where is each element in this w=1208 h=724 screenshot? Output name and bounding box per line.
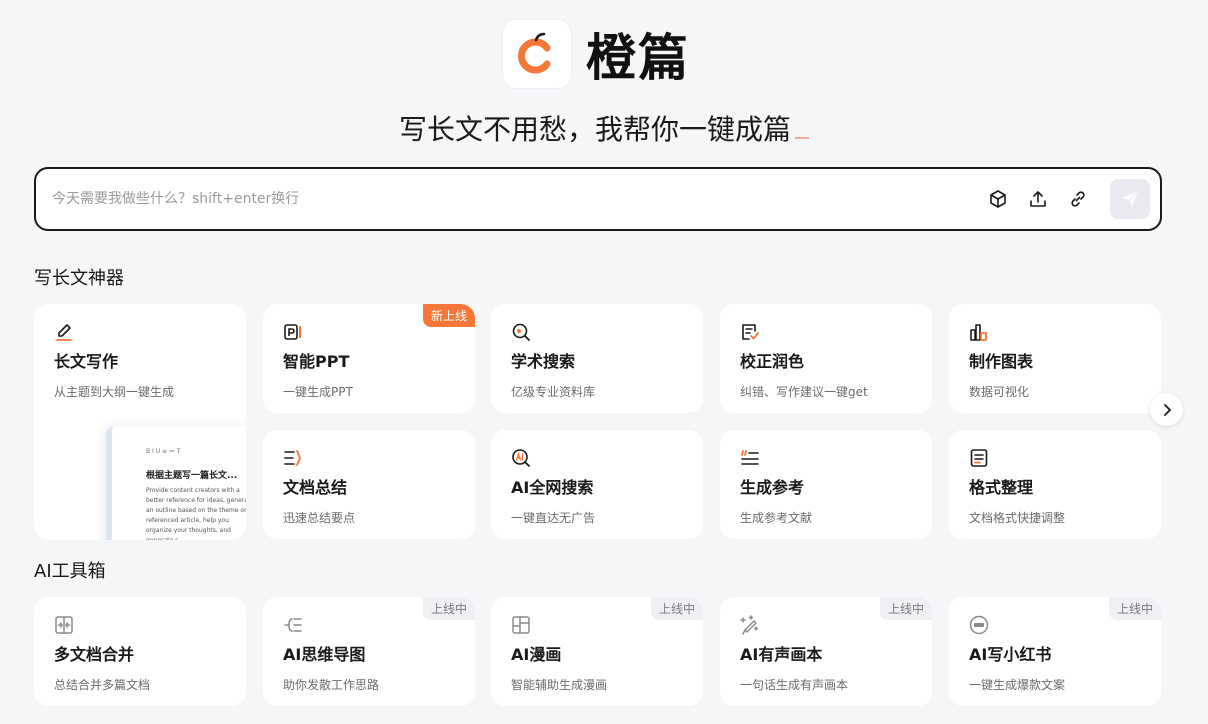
card-desc: 总结合并多篇文档 [54,678,151,692]
card-title: AI漫画 [511,645,562,664]
card-desc: 生成参考文献 [740,511,813,525]
card-academic-search[interactable]: 学术搜索 亿级专业资料库 [491,304,703,413]
brand-logo[interactable]: 橙篇 [502,18,690,90]
carousel-next-button[interactable] [1150,393,1183,426]
section-title-tools: AI工具箱 [34,561,106,582]
card-desc: 一键直达无广告 [511,511,596,525]
card-title: 生成参考 [740,478,805,497]
card-desc: 智能辅助生成漫画 [511,678,608,692]
card-ai-audiobook[interactable]: AI有声画本 一句话生成有声画本 上线中 [720,597,932,706]
coming-soon-badge: 上线中 [879,597,932,620]
card-merge-docs[interactable]: 多文档合并 总结合并多篇文档 [34,597,246,706]
card-format-arrange[interactable]: 格式整理 文档格式快捷调整 [949,430,1161,539]
mindmap-icon [284,618,302,632]
search-input[interactable] [52,191,978,207]
slogan: 写长文不用愁，我帮你一键成篇 [0,108,1208,148]
coming-soon-badge: 上线中 [1108,597,1161,620]
search-box [34,167,1162,231]
card-desc: 数据可视化 [969,385,1030,399]
card-title: 多文档合并 [54,645,135,664]
pen-icon [56,324,72,341]
audiobook-icon [740,615,759,635]
xiaohongshu-icon [969,615,989,635]
card-smart-ppt[interactable]: 智能PPT 一键生成PPT 新上线 [263,304,475,413]
ppt-icon [284,324,301,340]
card-desc: 一句话生成有声画本 [740,678,849,692]
card-ai-web-search[interactable]: AI全网搜索 一键直达无广告 [491,430,703,539]
card-desc: 一键生成PPT [283,385,353,399]
link-icon [1071,191,1085,207]
card-desc: 亿级专业资料库 [511,385,596,399]
preview-heading: 根据主题写一篇长文... [146,471,238,481]
link-button[interactable] [1058,179,1098,219]
proofread-icon [742,324,759,340]
card-title: AI思维导图 [283,645,366,664]
upload-icon [1030,191,1046,207]
card-make-chart[interactable]: 制作图表 数据可视化 [949,304,1161,413]
coming-soon-badge: 上线中 [422,597,475,620]
brand-name: 橙篇 [586,29,690,87]
card-generate-reference[interactable]: 生成参考 生成参考文献 [720,430,932,539]
card-title: AI有声画本 [740,645,823,664]
comic-icon [512,616,530,634]
card-desc: 助你发散工作思路 [283,678,380,692]
card-title: 校正润色 [740,352,805,371]
typing-caret [795,137,809,139]
card-desc: 迅速总结要点 [283,511,356,525]
summary-icon [284,450,301,466]
model-button[interactable] [978,179,1018,219]
card-title: 文档总结 [283,478,348,497]
card-title: 智能PPT [283,352,350,371]
merge-icon [55,616,73,634]
card-title: AI全网搜索 [511,478,594,497]
card-ai-comic[interactable]: AI漫画 智能辅助生成漫画 上线中 [491,597,703,706]
card-desc: 从主题到大纲一键生成 [54,385,175,399]
chart-icon [970,324,987,341]
ai-search-icon [512,449,530,467]
quote-icon [741,450,759,465]
coming-soon-badge: 上线中 [650,597,703,620]
card-doc-summary[interactable]: 文档总结 迅速总结要点 [263,430,475,539]
card-desc: 文档格式快捷调整 [969,511,1066,525]
preview-toolbar: B I U ≡ ≔ T [146,448,181,455]
section-title-writing: 写长文神器 [34,268,124,289]
card-ai-xiaohongshu[interactable]: AI写小红书 一键生成爆款文案 上线中 [949,597,1161,706]
chevron-right-icon [1163,403,1171,416]
card-desc: 一键生成爆款文案 [969,678,1066,692]
card-desc: 纠错、写作建议一键get [740,385,868,399]
send-button[interactable] [1110,179,1150,219]
format-icon [970,449,988,467]
card-title: AI写小红书 [969,645,1052,664]
send-icon [1122,190,1139,207]
card-title: 制作图表 [969,352,1034,371]
doc-preview-image: B I U ≡ ≔ T 根据主题写一篇长文... Provide content… [106,426,246,540]
new-badge: 新上线 [422,304,475,327]
preview-body: Provide content creators with a better r… [146,487,246,540]
card-title: 学术搜索 [511,352,576,371]
card-long-writing[interactable]: 长文写作 从主题到大纲一键生成 B I U ≡ ≔ T 根据主题写一篇长文...… [34,304,246,540]
academic-search-icon [512,323,530,341]
card-title: 长文写作 [54,352,119,371]
cube-icon [990,190,1006,208]
upload-button[interactable] [1018,179,1058,219]
card-title: 格式整理 [969,478,1034,497]
slogan-text: 写长文不用愁，我帮你一键成篇 [398,113,791,146]
card-ai-mindmap[interactable]: AI思维导图 助你发散工作思路 上线中 [263,597,475,706]
card-proofread[interactable]: 校正润色 纠错、写作建议一键get [720,304,932,413]
orange-logo-icon [502,19,572,89]
